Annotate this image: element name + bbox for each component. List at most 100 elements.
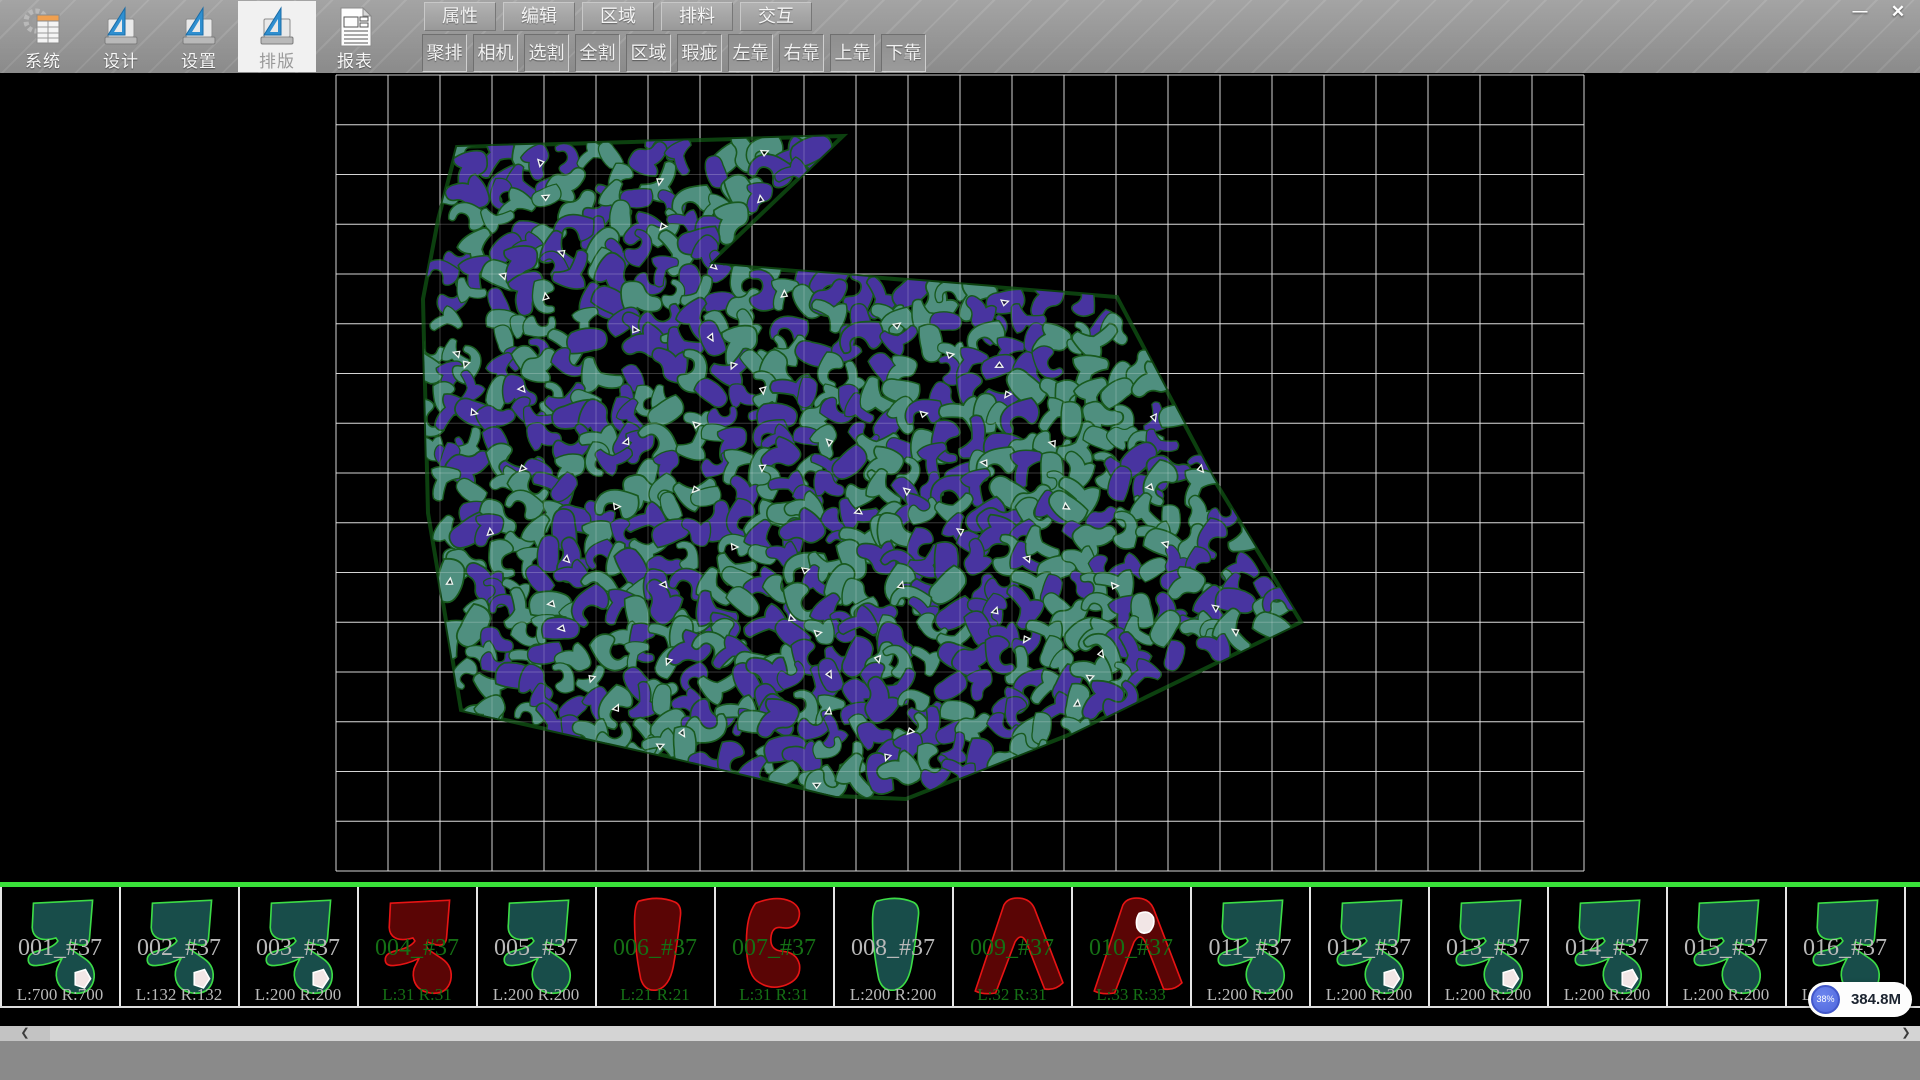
menu-tab-排料[interactable]: 排料 [661,2,733,31]
main-toolbar: 系统设计设置排版报表 属性编辑区域排料交互 聚排相机选割全割区域瑕疵左靠右靠上靠… [0,0,1920,73]
tool-button-瑕疵[interactable]: 瑕疵 [677,34,722,72]
piece-lr-count: L:200 R:200 [1564,985,1650,1004]
tool-button-row: 聚排相机选割全割区域瑕疵左靠右靠上靠下靠 [422,34,926,72]
piece-thumbnail-006_#37[interactable]: 006_#37 L:21 R:21 [595,887,712,1006]
thumbnail-cells: 001_#37 L:700 R:700 002_#37 L:132 R:132 003_… [0,887,1920,1008]
menu-tab-交互[interactable]: 交互 [740,2,812,31]
piece-name: 008_#37 [851,935,935,961]
piece-thumbnail-svg: 005_#37 L:200 R:200 [478,887,595,1006]
piece-lr-count: L:200 R:200 [850,985,936,1004]
percent-bubble: 38% [1811,985,1840,1014]
design-setsquare-icon [99,5,143,49]
piece-lr-count: L:700 R:700 [17,985,103,1004]
scroll-right-arrow-icon[interactable]: ❯ [1896,1026,1916,1041]
piece-lr-count: L:132 R:132 [136,985,222,1004]
main-tab-label: 系统 [4,47,82,72]
piece-thumbnail-007_#37[interactable]: 007_#37L:31 R:31 [714,887,831,1006]
piece-thumbnail-012_#37[interactable]: 012_#37L:200 R:200 [1309,887,1426,1006]
piece-name: 003_#37 [256,935,340,961]
strip-bottom-gap [0,1008,1920,1026]
piece-thumbnail-009_#37[interactable]: 009_#37L:32 R:31 [952,887,1069,1006]
piece-thumbnail-001_#37[interactable]: 001_#37 L:700 R:700 [0,887,117,1006]
piece-name: 015_#37 [1684,935,1768,961]
tool-button-上靠[interactable]: 上靠 [830,34,875,72]
piece-thumbnail-svg: 014_#37 L:200 R:200 [1549,887,1666,1006]
piece-thumbnail-svg: 010_#37 L:33 R:33 [1073,887,1190,1006]
main-tab-报表[interactable]: 报表 [316,1,394,72]
tool-button-下靠[interactable]: 下靠 [881,34,926,72]
report-document-icon [333,5,377,49]
nesting-canvas-svg [0,73,1920,882]
piece-name: 014_#37 [1565,935,1649,961]
piece-name: 002_#37 [137,935,221,961]
piece-lr-count: L:21 R:21 [620,985,689,1004]
piece-thumbnail-svg: 013_#37L:200 R:200 [1430,887,1547,1006]
nesting-canvas-viewport[interactable] [0,73,1920,882]
tool-button-相机[interactable]: 相机 [473,34,518,72]
nesting-setsquare-icon [255,5,299,49]
piece-name: 010_#37 [1089,935,1173,961]
main-tab-系统[interactable]: 系统 [4,1,82,72]
menu-tab-区域[interactable]: 区域 [582,2,654,31]
menu-tab-属性[interactable]: 属性 [424,2,496,31]
tool-button-全割[interactable]: 全割 [575,34,620,72]
application-window: 系统设计设置排版报表 属性编辑区域排料交互 聚排相机选割全割区域瑕疵左靠右靠上靠… [0,0,1920,1080]
tool-button-区域[interactable]: 区域 [626,34,671,72]
piece-name: 006_#37 [613,935,697,961]
piece-thumbnail-svg: 007_#37L:31 R:31 [716,887,833,1006]
main-tab-label: 设置 [160,47,238,72]
footer-bar [0,1041,1920,1080]
piece-lr-count: L:200 R:200 [1445,985,1531,1004]
piece-lr-count: L:200 R:200 [1683,985,1769,1004]
piece-hole [1136,912,1154,933]
piece-lr-count: L:33 R:33 [1096,985,1165,1004]
piece-thumbnail-svg: 012_#37L:200 R:200 [1311,887,1428,1006]
piece-thumbnail-svg: 004_#37 L:31 R:31 [359,887,476,1006]
piece-thumbnail-011_#37[interactable]: 011_#37 L:200 R:200 [1190,887,1307,1006]
main-tab-label: 设计 [82,47,160,72]
piece-thumbnail-010_#37[interactable]: 010_#37 L:33 R:33 [1071,887,1188,1006]
scroll-left-arrow-icon[interactable]: ❮ [0,1026,50,1041]
piece-thumbnail-svg: 015_#37 L:200 R:200 [1668,887,1785,1006]
horizontal-scrollbar[interactable]: ❮ ❯ [0,1026,1920,1041]
memory-status-badge[interactable]: 38% 384.8M [1808,982,1912,1017]
piece-thumbnail-svg: 008_#37 L:200 R:200 [835,887,952,1006]
main-tab-label: 报表 [316,47,394,72]
main-tab-label: 排版 [238,47,316,72]
tool-button-选割[interactable]: 选割 [524,34,569,72]
piece-name: 004_#37 [375,935,459,961]
piece-lr-count: L:31 R:31 [382,985,451,1004]
piece-thumbnail-svg: 009_#37L:32 R:31 [954,887,1071,1006]
piece-thumbnail-svg: 011_#37 L:200 R:200 [1192,887,1309,1006]
piece-name: 005_#37 [494,935,578,961]
piece-thumbnail-015_#37[interactable]: 015_#37 L:200 R:200 [1666,887,1783,1006]
piece-thumbnail-013_#37[interactable]: 013_#37L:200 R:200 [1428,887,1545,1006]
piece-thumbnail-003_#37[interactable]: 003_#37 L:200 R:200 [238,887,355,1006]
piece-thumbnail-002_#37[interactable]: 002_#37 L:132 R:132 [119,887,236,1006]
piece-lr-count: L:200 R:200 [493,985,579,1004]
piece-name: 007_#37 [732,935,816,961]
piece-thumbnail-svg: 001_#37 L:700 R:700 [2,887,119,1006]
piece-name: 016_#37 [1803,935,1887,961]
main-tab-设计[interactable]: 设计 [82,1,160,72]
piece-thumbnail-strip: 001_#37 L:700 R:700 002_#37 L:132 R:132 003_… [0,882,1920,1008]
tool-button-右靠[interactable]: 右靠 [779,34,824,72]
piece-thumbnail-008_#37[interactable]: 008_#37 L:200 R:200 [833,887,950,1006]
minimize-button[interactable]: — [1844,2,1876,22]
main-tab-设置[interactable]: 设置 [160,1,238,72]
piece-thumbnail-svg: 006_#37 L:21 R:21 [597,887,714,1006]
tool-button-左靠[interactable]: 左靠 [728,34,773,72]
piece-thumbnail-004_#37[interactable]: 004_#37 L:31 R:31 [357,887,474,1006]
piece-name: 001_#37 [18,935,102,961]
piece-name: 011_#37 [1208,935,1291,961]
piece-lr-count: L:200 R:200 [255,985,341,1004]
tool-button-聚排[interactable]: 聚排 [422,34,467,72]
piece-lr-count: L:200 R:200 [1207,985,1293,1004]
piece-thumbnail-014_#37[interactable]: 014_#37 L:200 R:200 [1547,887,1664,1006]
menu-tab-row: 属性编辑区域排料交互 [424,2,812,32]
piece-thumbnail-005_#37[interactable]: 005_#37 L:200 R:200 [476,887,593,1006]
menu-tab-编辑[interactable]: 编辑 [503,2,575,31]
piece-name: 009_#37 [970,935,1054,961]
close-button[interactable]: ✕ [1882,2,1914,22]
main-tab-排版[interactable]: 排版 [238,1,316,72]
